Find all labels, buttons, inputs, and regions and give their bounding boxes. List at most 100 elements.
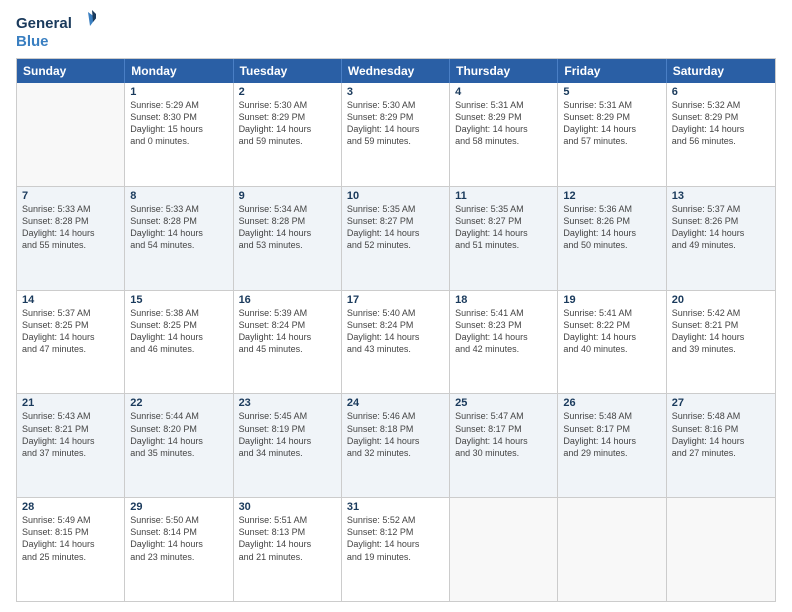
day-info: Sunrise: 5:46 AMSunset: 8:18 PMDaylight:… bbox=[347, 410, 444, 459]
day-info: Sunrise: 5:45 AMSunset: 8:19 PMDaylight:… bbox=[239, 410, 336, 459]
calendar-cell: 9Sunrise: 5:34 AMSunset: 8:28 PMDaylight… bbox=[234, 187, 342, 290]
calendar-cell: 29Sunrise: 5:50 AMSunset: 8:14 PMDayligh… bbox=[125, 498, 233, 601]
day-number: 10 bbox=[347, 190, 444, 202]
calendar-body: 1Sunrise: 5:29 AMSunset: 8:30 PMDaylight… bbox=[17, 83, 775, 601]
calendar-cell: 6Sunrise: 5:32 AMSunset: 8:29 PMDaylight… bbox=[667, 83, 775, 186]
logo-svg: General Blue bbox=[16, 10, 96, 52]
week-row-4: 21Sunrise: 5:43 AMSunset: 8:21 PMDayligh… bbox=[17, 394, 775, 498]
day-info: Sunrise: 5:42 AMSunset: 8:21 PMDaylight:… bbox=[672, 307, 770, 356]
header: General Blue bbox=[16, 10, 776, 52]
day-number: 13 bbox=[672, 190, 770, 202]
day-number: 24 bbox=[347, 397, 444, 409]
day-info: Sunrise: 5:51 AMSunset: 8:13 PMDaylight:… bbox=[239, 514, 336, 563]
day-info: Sunrise: 5:41 AMSunset: 8:23 PMDaylight:… bbox=[455, 307, 552, 356]
calendar-cell: 18Sunrise: 5:41 AMSunset: 8:23 PMDayligh… bbox=[450, 291, 558, 394]
calendar-cell: 15Sunrise: 5:38 AMSunset: 8:25 PMDayligh… bbox=[125, 291, 233, 394]
day-number: 27 bbox=[672, 397, 770, 409]
calendar-cell: 10Sunrise: 5:35 AMSunset: 8:27 PMDayligh… bbox=[342, 187, 450, 290]
day-info: Sunrise: 5:40 AMSunset: 8:24 PMDaylight:… bbox=[347, 307, 444, 356]
calendar-cell: 19Sunrise: 5:41 AMSunset: 8:22 PMDayligh… bbox=[558, 291, 666, 394]
day-number: 9 bbox=[239, 190, 336, 202]
calendar-cell: 26Sunrise: 5:48 AMSunset: 8:17 PMDayligh… bbox=[558, 394, 666, 497]
day-number: 28 bbox=[22, 501, 119, 513]
svg-text:Blue: Blue bbox=[16, 33, 49, 50]
day-number: 4 bbox=[455, 86, 552, 98]
day-info: Sunrise: 5:49 AMSunset: 8:15 PMDaylight:… bbox=[22, 514, 119, 563]
day-number: 17 bbox=[347, 294, 444, 306]
day-number: 5 bbox=[563, 86, 660, 98]
day-info: Sunrise: 5:34 AMSunset: 8:28 PMDaylight:… bbox=[239, 203, 336, 252]
logo: General Blue bbox=[16, 10, 96, 52]
day-info: Sunrise: 5:37 AMSunset: 8:26 PMDaylight:… bbox=[672, 203, 770, 252]
calendar-cell: 5Sunrise: 5:31 AMSunset: 8:29 PMDaylight… bbox=[558, 83, 666, 186]
day-info: Sunrise: 5:29 AMSunset: 8:30 PMDaylight:… bbox=[130, 99, 227, 148]
day-info: Sunrise: 5:41 AMSunset: 8:22 PMDaylight:… bbox=[563, 307, 660, 356]
day-info: Sunrise: 5:33 AMSunset: 8:28 PMDaylight:… bbox=[130, 203, 227, 252]
calendar-cell: 7Sunrise: 5:33 AMSunset: 8:28 PMDaylight… bbox=[17, 187, 125, 290]
week-row-1: 1Sunrise: 5:29 AMSunset: 8:30 PMDaylight… bbox=[17, 83, 775, 187]
calendar-cell: 12Sunrise: 5:36 AMSunset: 8:26 PMDayligh… bbox=[558, 187, 666, 290]
day-number: 29 bbox=[130, 501, 227, 513]
day-number: 8 bbox=[130, 190, 227, 202]
calendar: SundayMondayTuesdayWednesdayThursdayFrid… bbox=[16, 58, 776, 602]
calendar-cell: 22Sunrise: 5:44 AMSunset: 8:20 PMDayligh… bbox=[125, 394, 233, 497]
week-row-5: 28Sunrise: 5:49 AMSunset: 8:15 PMDayligh… bbox=[17, 498, 775, 601]
calendar-cell: 1Sunrise: 5:29 AMSunset: 8:30 PMDaylight… bbox=[125, 83, 233, 186]
day-number: 7 bbox=[22, 190, 119, 202]
day-info: Sunrise: 5:43 AMSunset: 8:21 PMDaylight:… bbox=[22, 410, 119, 459]
svg-text:General: General bbox=[16, 15, 72, 32]
day-number: 22 bbox=[130, 397, 227, 409]
day-number: 26 bbox=[563, 397, 660, 409]
page: General Blue SundayMondayTuesdayWednesda… bbox=[0, 0, 792, 612]
day-info: Sunrise: 5:50 AMSunset: 8:14 PMDaylight:… bbox=[130, 514, 227, 563]
header-day-friday: Friday bbox=[558, 59, 666, 83]
day-info: Sunrise: 5:35 AMSunset: 8:27 PMDaylight:… bbox=[347, 203, 444, 252]
calendar-cell: 27Sunrise: 5:48 AMSunset: 8:16 PMDayligh… bbox=[667, 394, 775, 497]
day-info: Sunrise: 5:32 AMSunset: 8:29 PMDaylight:… bbox=[672, 99, 770, 148]
day-number: 6 bbox=[672, 86, 770, 98]
calendar-cell: 13Sunrise: 5:37 AMSunset: 8:26 PMDayligh… bbox=[667, 187, 775, 290]
day-info: Sunrise: 5:33 AMSunset: 8:28 PMDaylight:… bbox=[22, 203, 119, 252]
week-row-2: 7Sunrise: 5:33 AMSunset: 8:28 PMDaylight… bbox=[17, 187, 775, 291]
day-info: Sunrise: 5:48 AMSunset: 8:17 PMDaylight:… bbox=[563, 410, 660, 459]
calendar-cell: 4Sunrise: 5:31 AMSunset: 8:29 PMDaylight… bbox=[450, 83, 558, 186]
calendar-cell bbox=[450, 498, 558, 601]
header-day-thursday: Thursday bbox=[450, 59, 558, 83]
calendar-header: SundayMondayTuesdayWednesdayThursdayFrid… bbox=[17, 59, 775, 83]
calendar-cell: 11Sunrise: 5:35 AMSunset: 8:27 PMDayligh… bbox=[450, 187, 558, 290]
calendar-cell: 20Sunrise: 5:42 AMSunset: 8:21 PMDayligh… bbox=[667, 291, 775, 394]
header-day-monday: Monday bbox=[125, 59, 233, 83]
day-number: 18 bbox=[455, 294, 552, 306]
calendar-cell: 23Sunrise: 5:45 AMSunset: 8:19 PMDayligh… bbox=[234, 394, 342, 497]
calendar-cell: 21Sunrise: 5:43 AMSunset: 8:21 PMDayligh… bbox=[17, 394, 125, 497]
day-info: Sunrise: 5:52 AMSunset: 8:12 PMDaylight:… bbox=[347, 514, 444, 563]
day-number: 14 bbox=[22, 294, 119, 306]
header-day-sunday: Sunday bbox=[17, 59, 125, 83]
day-info: Sunrise: 5:36 AMSunset: 8:26 PMDaylight:… bbox=[563, 203, 660, 252]
day-info: Sunrise: 5:30 AMSunset: 8:29 PMDaylight:… bbox=[239, 99, 336, 148]
calendar-cell: 17Sunrise: 5:40 AMSunset: 8:24 PMDayligh… bbox=[342, 291, 450, 394]
day-info: Sunrise: 5:30 AMSunset: 8:29 PMDaylight:… bbox=[347, 99, 444, 148]
day-number: 16 bbox=[239, 294, 336, 306]
day-number: 30 bbox=[239, 501, 336, 513]
day-number: 11 bbox=[455, 190, 552, 202]
day-info: Sunrise: 5:48 AMSunset: 8:16 PMDaylight:… bbox=[672, 410, 770, 459]
day-info: Sunrise: 5:38 AMSunset: 8:25 PMDaylight:… bbox=[130, 307, 227, 356]
header-day-saturday: Saturday bbox=[667, 59, 775, 83]
day-info: Sunrise: 5:39 AMSunset: 8:24 PMDaylight:… bbox=[239, 307, 336, 356]
day-number: 31 bbox=[347, 501, 444, 513]
calendar-cell: 16Sunrise: 5:39 AMSunset: 8:24 PMDayligh… bbox=[234, 291, 342, 394]
day-info: Sunrise: 5:47 AMSunset: 8:17 PMDaylight:… bbox=[455, 410, 552, 459]
day-number: 12 bbox=[563, 190, 660, 202]
calendar-cell: 25Sunrise: 5:47 AMSunset: 8:17 PMDayligh… bbox=[450, 394, 558, 497]
calendar-cell: 31Sunrise: 5:52 AMSunset: 8:12 PMDayligh… bbox=[342, 498, 450, 601]
day-number: 3 bbox=[347, 86, 444, 98]
day-number: 20 bbox=[672, 294, 770, 306]
calendar-cell bbox=[17, 83, 125, 186]
calendar-cell: 28Sunrise: 5:49 AMSunset: 8:15 PMDayligh… bbox=[17, 498, 125, 601]
day-number: 25 bbox=[455, 397, 552, 409]
header-day-tuesday: Tuesday bbox=[234, 59, 342, 83]
day-number: 2 bbox=[239, 86, 336, 98]
header-day-wednesday: Wednesday bbox=[342, 59, 450, 83]
calendar-cell bbox=[558, 498, 666, 601]
